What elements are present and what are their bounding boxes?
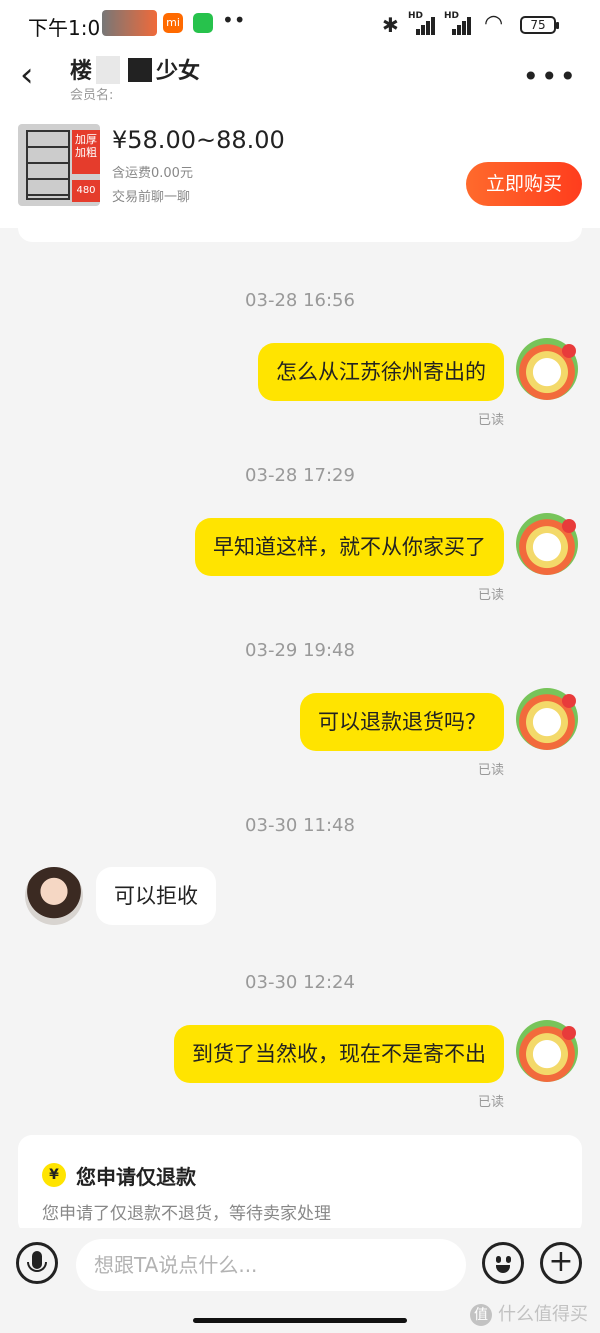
read-status: 已读: [477, 413, 504, 428]
message-bubble-sent[interactable]: 到货了当然收，现在不是寄不出: [174, 1025, 504, 1083]
emoji-icon-eye: [496, 1256, 501, 1263]
more-notifications-icon: ••: [222, 8, 246, 32]
shop-name-tail: 少女: [156, 59, 201, 84]
my-avatar[interactable]: [516, 513, 578, 575]
shipping-fee-text: 含运费0.00元: [112, 166, 193, 181]
shop-name: 楼: [70, 59, 93, 84]
shelf-image: [26, 130, 70, 200]
signal-icon-1: HD: [408, 11, 436, 35]
refund-description: 您申请了仅退款不退货，等待卖家处理: [42, 1204, 331, 1224]
message-timestamp: 03-30 11:48: [245, 815, 355, 836]
product-card[interactable]: 加厚加粗 480 ¥58.00~88.00 含运费0.00元 交易前聊一聊 立即…: [0, 110, 600, 228]
seller-avatar[interactable]: [25, 867, 83, 925]
message-bubble-sent[interactable]: 可以退款退货吗？: [300, 693, 504, 751]
message-timestamp: 03-28 17:29: [245, 465, 355, 486]
mi-app-icon: mi: [163, 13, 183, 33]
my-avatar[interactable]: [516, 1020, 578, 1082]
back-arrow-icon[interactable]: ‹: [20, 58, 34, 92]
shop-name-redacted-2: [128, 58, 152, 82]
chat-header: ‹ 楼 少女 会员名: •••: [0, 50, 600, 110]
product-price: ¥58.00~88.00: [112, 126, 285, 154]
emoji-button[interactable]: [482, 1242, 524, 1284]
battery-indicator: 75: [520, 16, 559, 34]
my-avatar[interactable]: [516, 688, 578, 750]
buy-now-button[interactable]: 立即购买: [466, 162, 582, 206]
watermark-text: 什么值得买: [498, 1304, 588, 1325]
status-time: 下午1:0: [28, 16, 101, 40]
watermark: 值什么值得买: [470, 1300, 588, 1326]
refund-request-card[interactable]: ¥ 您申请仅退款 您申请了仅退款不退货，等待卖家处理: [18, 1135, 582, 1235]
refund-title: 您申请仅退款: [76, 1165, 196, 1189]
chat-before-trade-text: 交易前聊一聊: [112, 190, 191, 205]
message-bubble-received[interactable]: 可以拒收: [96, 867, 216, 925]
emoji-icon-mouth: [496, 1265, 510, 1273]
yen-coin-icon: ¥: [42, 1163, 66, 1187]
message-timestamp: 03-28 16:56: [245, 290, 355, 311]
signal-icon-2: HD: [444, 11, 472, 35]
status-bar: 下午1:0 mi •• ✱ HD HD ◠ 75: [0, 0, 600, 50]
watermark-badge: 值: [470, 1304, 492, 1326]
voice-input-button[interactable]: [16, 1242, 58, 1284]
read-status: 已读: [477, 1095, 504, 1110]
chat-app-icon: [193, 13, 213, 33]
add-attachment-button[interactable]: +: [540, 1242, 582, 1284]
message-input[interactable]: [76, 1239, 466, 1291]
read-status: 已读: [477, 588, 504, 603]
microphone-stand-icon: [27, 1262, 47, 1272]
read-status: 已读: [477, 763, 504, 778]
system-icons: ✱ HD HD ◠ 75: [382, 11, 572, 37]
shop-name-redacted: [96, 56, 120, 84]
card-bottom-edge: [18, 228, 582, 242]
thumbnail-price-tag: 480: [72, 180, 100, 202]
thumbnail-promo-tag: 加厚加粗: [72, 130, 100, 174]
message-timestamp: 03-30 12:24: [245, 972, 355, 993]
message-bubble-sent[interactable]: 怎么从江苏徐州寄出的: [258, 343, 504, 401]
bluetooth-icon: ✱: [382, 13, 399, 37]
status-redacted-area: [102, 10, 157, 36]
more-options-icon[interactable]: •••: [522, 60, 578, 93]
home-indicator[interactable]: [193, 1318, 407, 1323]
emoji-icon-eye: [506, 1256, 511, 1263]
message-bubble-sent[interactable]: 早知道这样，就不从你家买了: [195, 518, 504, 576]
my-avatar[interactable]: [516, 338, 578, 400]
member-name-label: 会员名:: [70, 88, 114, 103]
product-thumbnail[interactable]: 加厚加粗 480: [18, 124, 100, 206]
wifi-icon: ◠: [484, 11, 504, 36]
message-timestamp: 03-29 19:48: [245, 640, 355, 661]
